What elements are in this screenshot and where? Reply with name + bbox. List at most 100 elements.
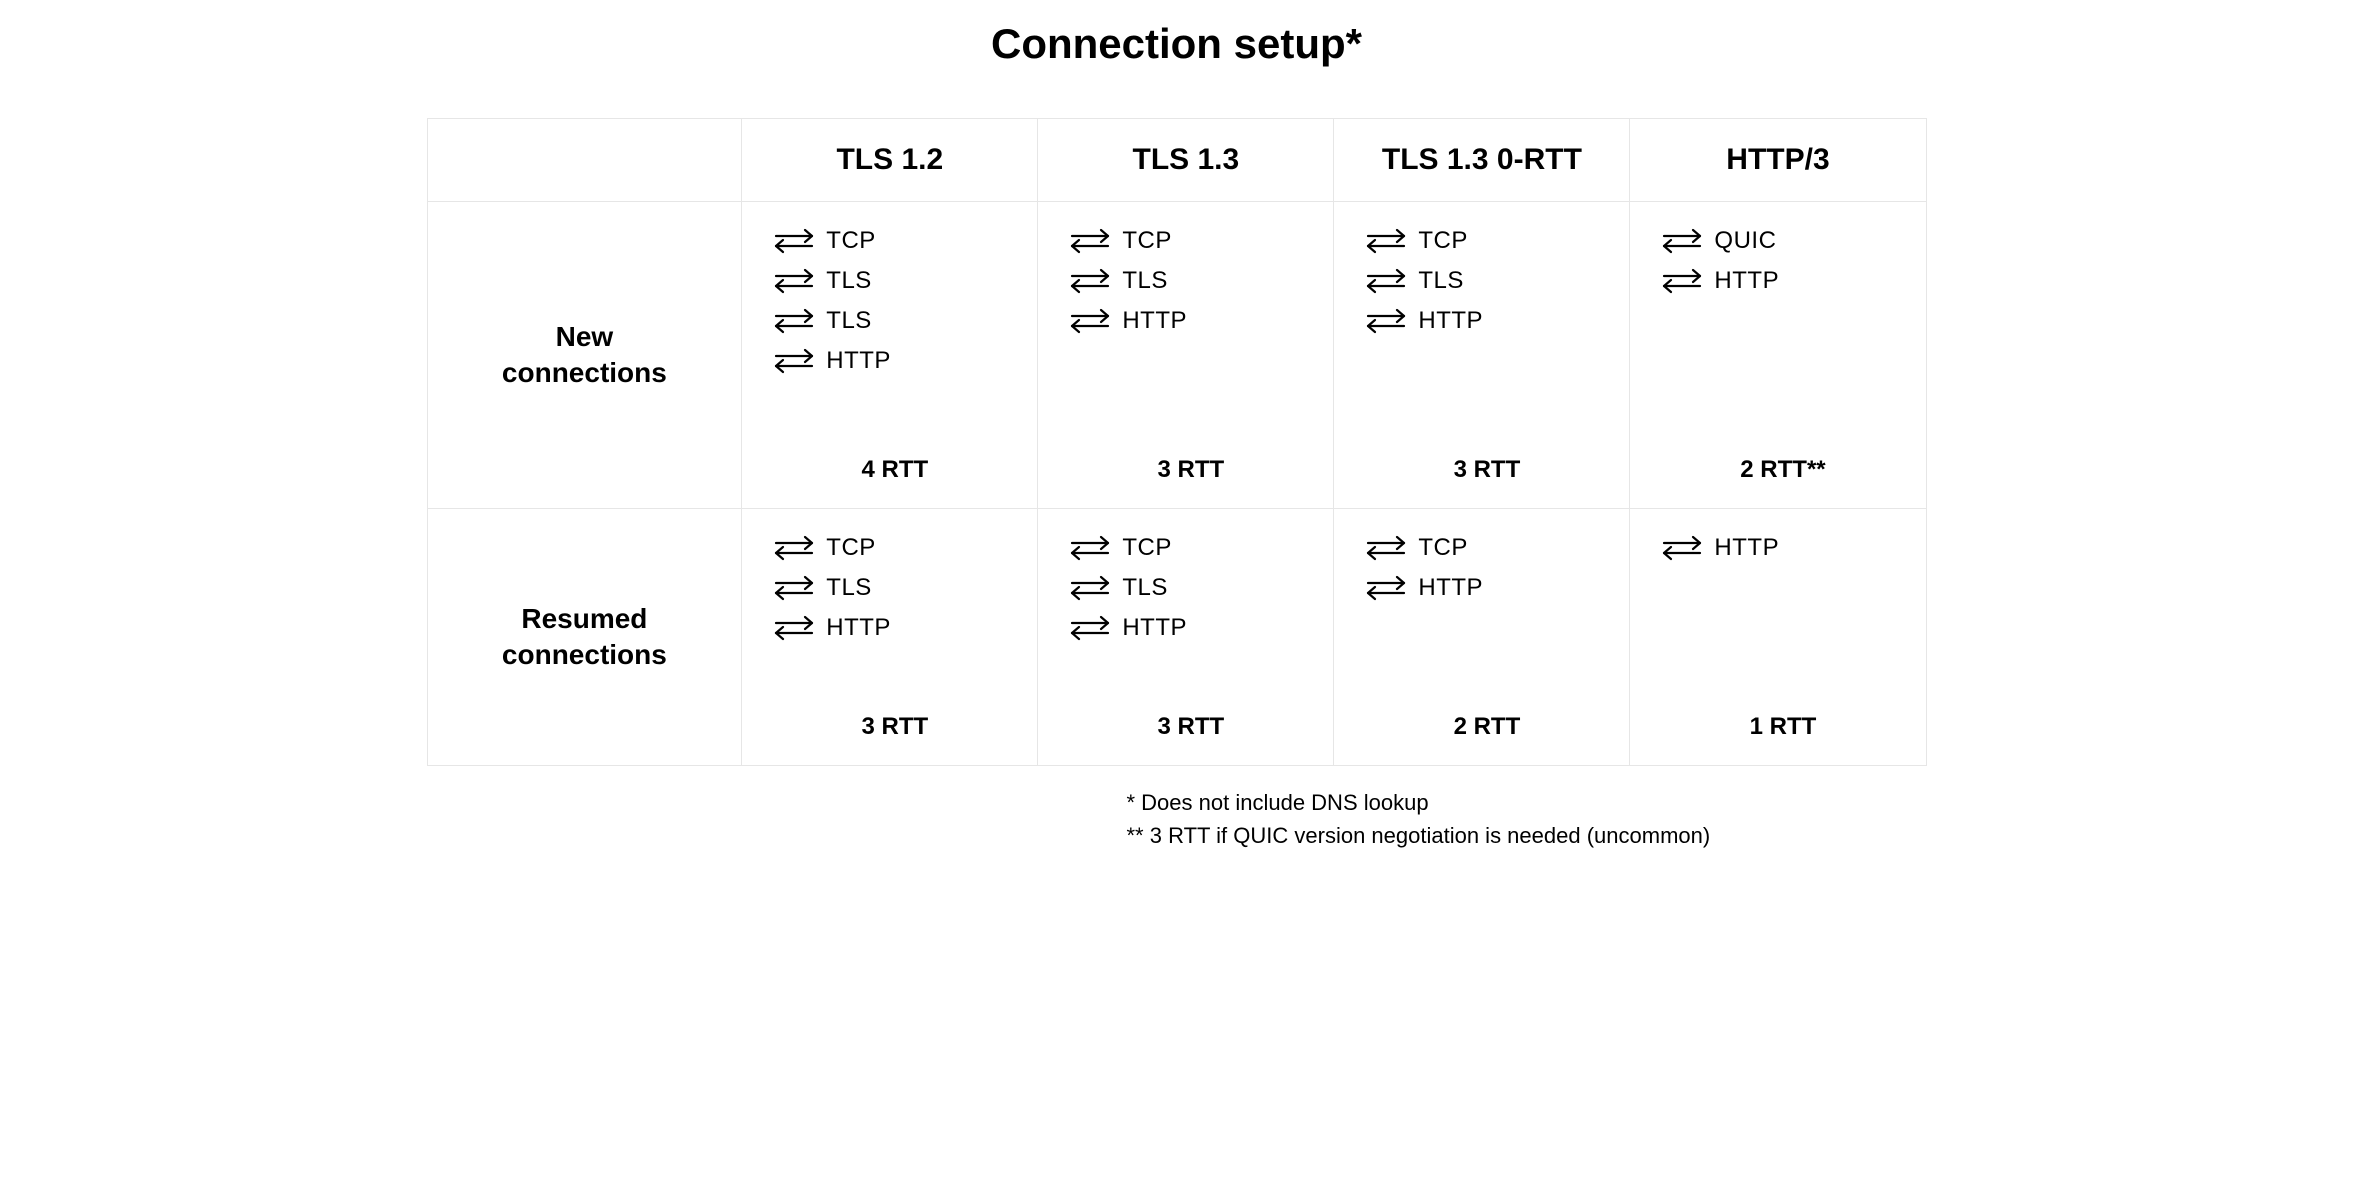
bidirectional-arrow-icon: [1068, 533, 1112, 563]
diagram-title: Connection setup*: [427, 20, 1927, 68]
bidirectional-arrow-icon: [1068, 306, 1112, 336]
step-label: HTTP: [1418, 307, 1483, 335]
round-trip-steps: HTTP: [1660, 533, 1905, 683]
bidirectional-arrow-icon: [772, 306, 816, 336]
step-label: TLS: [1122, 574, 1168, 602]
round-trip-step: TCP: [1364, 533, 1468, 563]
bidirectional-arrow-icon: [772, 613, 816, 643]
round-trip-steps: TCP TLS HTTP: [1068, 226, 1313, 426]
row-label-line: connections: [438, 355, 732, 391]
step-label: HTTP: [1122, 614, 1187, 642]
bidirectional-arrow-icon: [1364, 533, 1408, 563]
header-tls13: TLS 1.3: [1038, 119, 1334, 202]
step-label: TCP: [1122, 227, 1172, 255]
step-label: HTTP: [826, 347, 891, 375]
bidirectional-arrow-icon: [772, 266, 816, 296]
header-tls12: TLS 1.2: [742, 119, 1038, 202]
bidirectional-arrow-icon: [1068, 266, 1112, 296]
bidirectional-arrow-icon: [1660, 226, 1704, 256]
bidirectional-arrow-icon: [1364, 226, 1408, 256]
rtt-summary: 3 RTT: [772, 713, 1017, 741]
bidirectional-arrow-icon: [772, 533, 816, 563]
bidirectional-arrow-icon: [1364, 573, 1408, 603]
table-cell: TCP TLS HTTP 3 RTT: [1038, 202, 1334, 509]
bidirectional-arrow-icon: [1660, 266, 1704, 296]
step-label: HTTP: [1714, 534, 1779, 562]
round-trip-step: HTTP: [1364, 306, 1483, 336]
step-label: HTTP: [1122, 307, 1187, 335]
bidirectional-arrow-icon: [1068, 306, 1112, 336]
step-label: TCP: [1418, 227, 1468, 255]
round-trip-step: TLS: [772, 266, 872, 296]
header-blank: [427, 119, 742, 202]
round-trip-step: QUIC: [1660, 226, 1776, 256]
bidirectional-arrow-icon: [772, 533, 816, 563]
bidirectional-arrow-icon: [772, 613, 816, 643]
round-trip-step: HTTP: [1068, 306, 1187, 336]
bidirectional-arrow-icon: [1364, 266, 1408, 296]
rtt-summary: 3 RTT: [1068, 713, 1313, 741]
step-label: TLS: [1418, 267, 1464, 295]
connection-setup-table: TLS 1.2 TLS 1.3 TLS 1.3 0-RTT HTTP/3 New…: [427, 118, 1927, 766]
bidirectional-arrow-icon: [772, 266, 816, 296]
bidirectional-arrow-icon: [1364, 573, 1408, 603]
bidirectional-arrow-icon: [772, 306, 816, 336]
round-trip-step: HTTP: [1068, 613, 1187, 643]
bidirectional-arrow-icon: [772, 573, 816, 603]
footnote-2: ** 3 RTT if QUIC version negotiation is …: [1127, 819, 1927, 852]
bidirectional-arrow-icon: [772, 346, 816, 376]
round-trip-step: HTTP: [772, 613, 891, 643]
bidirectional-arrow-icon: [1068, 226, 1112, 256]
table-cell: TCP TLS HTTP 3 RTT: [742, 509, 1038, 766]
bidirectional-arrow-icon: [1364, 306, 1408, 336]
round-trip-steps: TCP TLS HTTP: [772, 533, 1017, 683]
footnote-1: * Does not include DNS lookup: [1127, 786, 1927, 819]
rtt-summary: 3 RTT: [1068, 456, 1313, 484]
step-label: HTTP: [1714, 267, 1779, 295]
rtt-summary: 3 RTT: [1364, 456, 1609, 484]
row-label-line: Resumed: [438, 601, 732, 637]
round-trip-step: TLS: [1068, 573, 1168, 603]
table-row: NewconnectionsTCPTLSTLSHTTP4 RTTTCPTLSHT…: [427, 202, 1926, 509]
bidirectional-arrow-icon: [772, 226, 816, 256]
bidirectional-arrow-icon: [1660, 533, 1704, 563]
bidirectional-arrow-icon: [772, 346, 816, 376]
bidirectional-arrow-icon: [772, 573, 816, 603]
bidirectional-arrow-icon: [1068, 613, 1112, 643]
step-label: TLS: [1122, 267, 1168, 295]
round-trip-step: TCP: [772, 533, 876, 563]
bidirectional-arrow-icon: [1364, 533, 1408, 563]
bidirectional-arrow-icon: [1364, 266, 1408, 296]
table-cell: TCP HTTP 2 RTT: [1334, 509, 1630, 766]
step-label: TLS: [826, 267, 872, 295]
step-label: TCP: [826, 227, 876, 255]
bidirectional-arrow-icon: [1068, 613, 1112, 643]
round-trip-steps: TCP TLS HTTP: [1364, 226, 1609, 426]
table-cell: QUICHTTP2 RTT**: [1630, 202, 1926, 509]
step-label: TLS: [826, 574, 872, 602]
bidirectional-arrow-icon: [1660, 266, 1704, 296]
table-row: Resumedconnections TCP TLS HTTP 3 RTT TCP TLS H…: [427, 509, 1926, 766]
round-trip-steps: QUIC HTTP: [1660, 226, 1905, 426]
table-cell: HTTP1 RTT: [1630, 509, 1926, 766]
bidirectional-arrow-icon: [1364, 306, 1408, 336]
footnotes: * Does not include DNS lookup ** 3 RTT i…: [1127, 786, 1927, 852]
round-trip-step: TLS: [772, 573, 872, 603]
round-trip-step: TLS: [772, 306, 872, 336]
round-trip-step: HTTP: [1364, 573, 1483, 603]
step-label: QUIC: [1714, 227, 1776, 255]
round-trip-steps: TCP HTTP: [1364, 533, 1609, 683]
bidirectional-arrow-icon: [1068, 573, 1112, 603]
row-label: Newconnections: [427, 202, 742, 509]
round-trip-step: HTTP: [1660, 266, 1779, 296]
round-trip-steps: TCPTLSHTTP: [1068, 533, 1313, 683]
bidirectional-arrow-icon: [1068, 573, 1112, 603]
table-cell: TCP TLS HTTP 3 RTT: [1334, 202, 1630, 509]
row-label-line: connections: [438, 637, 732, 673]
round-trip-steps: TCP TLS TLS HTTP: [772, 226, 1017, 426]
rtt-summary: 2 RTT: [1364, 713, 1609, 741]
round-trip-step: TLS: [1364, 266, 1464, 296]
step-label: TLS: [826, 307, 872, 335]
step-label: TCP: [1418, 534, 1468, 562]
round-trip-step: TCP: [1364, 226, 1468, 256]
